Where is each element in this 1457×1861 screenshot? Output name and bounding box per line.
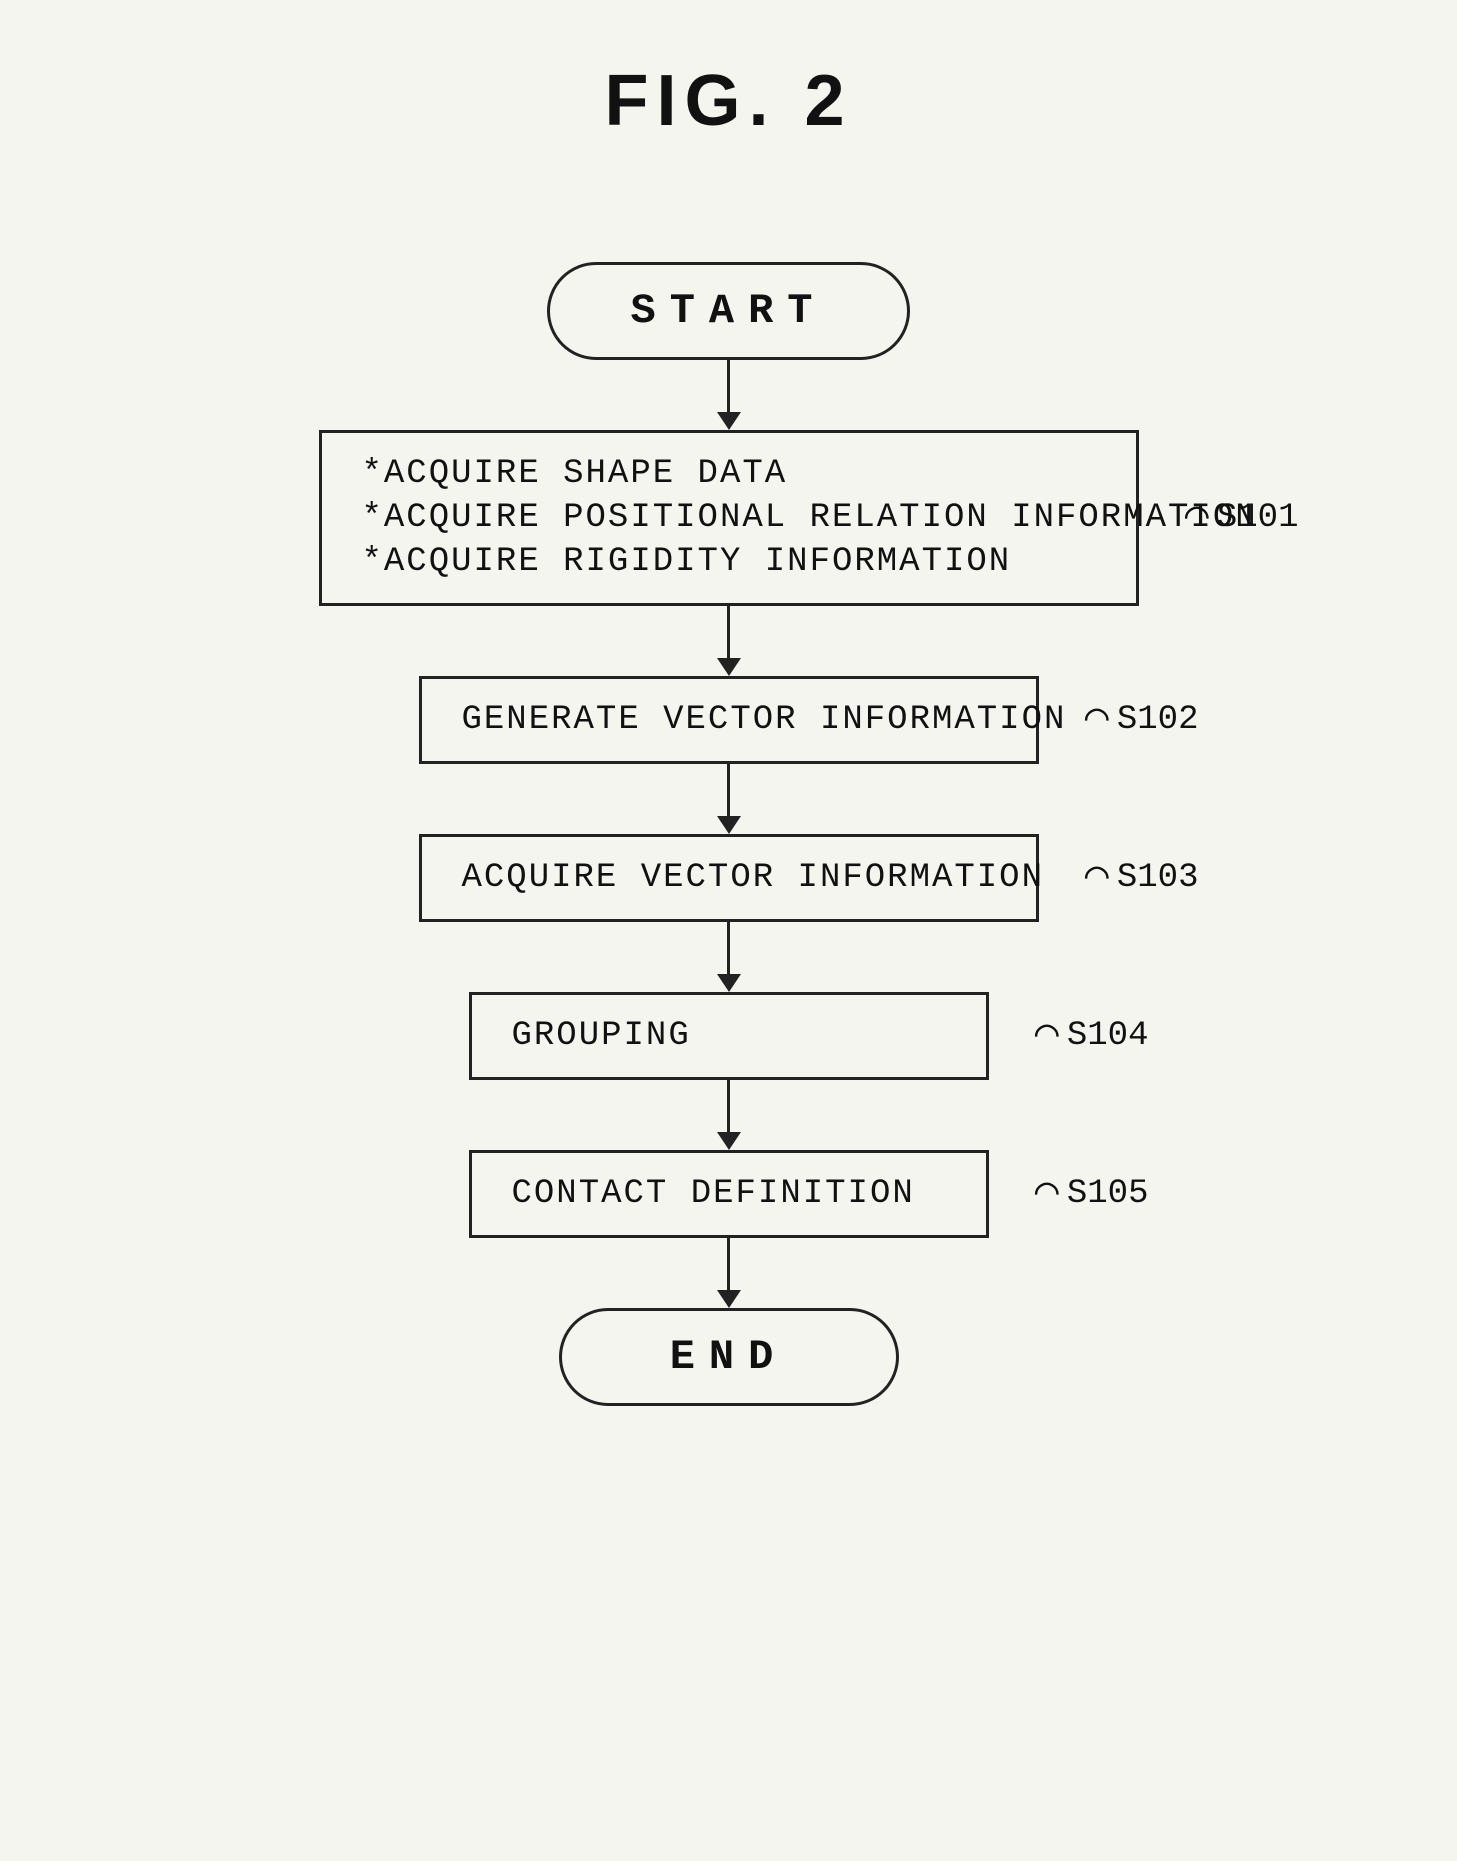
s101-line-2: *ACQUIRE POSITIONAL RELATION INFORMATION <box>362 499 1096 537</box>
step-s101: *ACQUIRE SHAPE DATA *ACQUIRE POSITIONAL … <box>319 430 1139 606</box>
s103-box: ACQUIRE VECTOR INFORMATION <box>419 834 1039 922</box>
s103-text: S103 <box>1117 859 1199 897</box>
arrow-head-1 <box>717 412 741 430</box>
s104-box: GROUPING <box>469 992 989 1080</box>
s101-line-1: *ACQUIRE SHAPE DATA <box>362 455 1096 493</box>
s102-box: GENERATE VECTOR INFORMATION <box>419 676 1039 764</box>
s104-content: GROUPING <box>512 1017 946 1055</box>
end-box: END <box>559 1308 899 1406</box>
arrow-line-5 <box>727 1080 730 1132</box>
s102-content: GENERATE VECTOR INFORMATION <box>462 701 996 739</box>
step-s105: CONTACT DEFINITION ⌒ S105 <box>469 1150 989 1238</box>
arrow-2 <box>717 606 741 676</box>
s101-label: ⌒ S101 <box>1185 498 1299 538</box>
arrow-line-1 <box>727 360 730 412</box>
s101-box: *ACQUIRE SHAPE DATA *ACQUIRE POSITIONAL … <box>319 430 1139 606</box>
s101-curve: ⌒ <box>1185 498 1209 538</box>
arrow-5 <box>717 1080 741 1150</box>
s103-curve: ⌒ <box>1085 858 1109 898</box>
arrow-head-6 <box>717 1290 741 1308</box>
s101-content: *ACQUIRE SHAPE DATA *ACQUIRE POSITIONAL … <box>362 455 1096 581</box>
arrow-6 <box>717 1238 741 1308</box>
s102-text: S102 <box>1117 701 1199 739</box>
s104-line-1: GROUPING <box>512 1017 946 1055</box>
step-s102: GENERATE VECTOR INFORMATION ⌒ S102 <box>419 676 1039 764</box>
s102-label: ⌒ S102 <box>1085 700 1199 740</box>
s101-text: S101 <box>1217 499 1299 537</box>
arrow-line-2 <box>727 606 730 658</box>
s103-line-1: ACQUIRE VECTOR INFORMATION <box>462 859 996 897</box>
arrow-line-3 <box>727 764 730 816</box>
s105-line-1: CONTACT DEFINITION <box>512 1175 946 1213</box>
arrow-head-3 <box>717 816 741 834</box>
s102-line-1: GENERATE VECTOR INFORMATION <box>462 701 996 739</box>
flowchart: START *ACQUIRE SHAPE DATA *ACQUIRE POSIT… <box>319 262 1139 1406</box>
arrow-line-6 <box>727 1238 730 1290</box>
s102-curve: ⌒ <box>1085 700 1109 740</box>
s104-curve: ⌒ <box>1035 1016 1059 1056</box>
s105-box: CONTACT DEFINITION <box>469 1150 989 1238</box>
page: FIG. 2 START *ACQUIRE SHAPE DATA *ACQUIR… <box>0 0 1457 1861</box>
s105-content: CONTACT DEFINITION <box>512 1175 946 1213</box>
end-step: END <box>559 1308 899 1406</box>
step-s103: ACQUIRE VECTOR INFORMATION ⌒ S103 <box>419 834 1039 922</box>
arrow-head-2 <box>717 658 741 676</box>
start-box: START <box>547 262 909 360</box>
s103-label: ⌒ S103 <box>1085 858 1199 898</box>
arrow-3 <box>717 764 741 834</box>
step-s104: GROUPING ⌒ S104 <box>469 992 989 1080</box>
figure-title: FIG. 2 <box>604 60 852 142</box>
s101-line-3: *ACQUIRE RIGIDITY INFORMATION <box>362 543 1096 581</box>
s104-label: ⌒ S104 <box>1035 1016 1149 1056</box>
arrow-head-4 <box>717 974 741 992</box>
start-step: START <box>547 262 909 360</box>
s105-curve: ⌒ <box>1035 1174 1059 1214</box>
s103-content: ACQUIRE VECTOR INFORMATION <box>462 859 996 897</box>
arrow-4 <box>717 922 741 992</box>
s105-label: ⌒ S105 <box>1035 1174 1149 1214</box>
s105-text: S105 <box>1067 1175 1149 1213</box>
arrow-line-4 <box>727 922 730 974</box>
arrow-1 <box>717 360 741 430</box>
arrow-head-5 <box>717 1132 741 1150</box>
s104-text: S104 <box>1067 1017 1149 1055</box>
